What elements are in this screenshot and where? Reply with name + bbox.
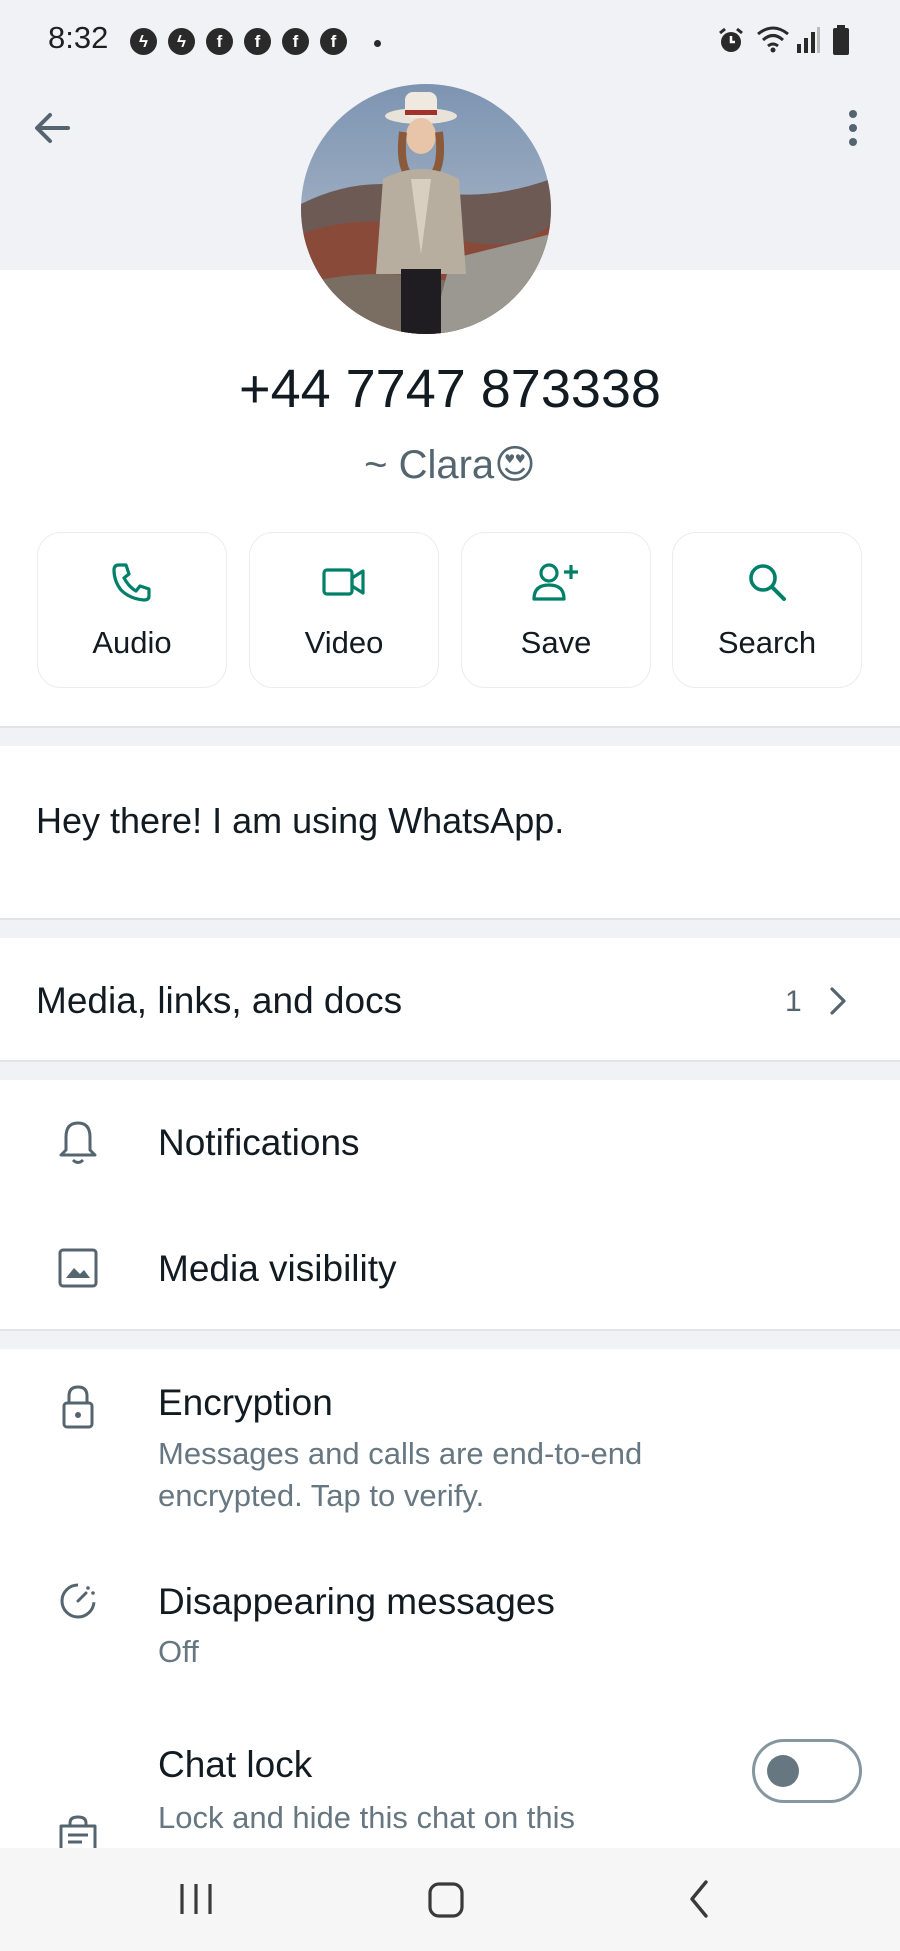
encryption-subtitle: Messages and calls are end-to-end encryp… (158, 1436, 643, 1513)
search-label: Search (717, 625, 817, 660)
section-gap (0, 728, 900, 746)
save-label: Save (520, 625, 592, 660)
facebook-icon: f (206, 28, 233, 55)
avatar[interactable] (301, 84, 551, 334)
media-count: 1 (785, 985, 802, 1018)
add-person-icon (532, 563, 578, 601)
video-camera-icon (322, 568, 365, 596)
arrow-left-icon[interactable] (30, 106, 74, 150)
media-links-docs-label: Media, links, and docs (36, 980, 403, 1021)
audio-call-button[interactable]: Audio (37, 532, 227, 688)
encryption-title: Encryption (158, 1382, 333, 1423)
wifi-icon (757, 26, 789, 53)
save-contact-button[interactable]: Save (461, 532, 651, 688)
notifications-row[interactable]: Notifications (0, 1080, 900, 1206)
contact-name: ~ Clara😍 (364, 443, 536, 487)
video-call-button[interactable]: Video (249, 532, 439, 688)
image-icon (58, 1248, 98, 1288)
chat-lock-toggle[interactable] (752, 1739, 862, 1803)
media-visibility-row[interactable]: Media visibility (0, 1206, 900, 1330)
contact-number: +44 7747 873338 (239, 359, 661, 419)
system-nav-bar (0, 1848, 900, 1951)
search-button[interactable]: Search (672, 532, 862, 688)
phone-icon (112, 563, 151, 602)
section-gap (0, 920, 900, 938)
bell-icon (59, 1121, 97, 1164)
signal-icon (797, 27, 820, 53)
back-nav-icon[interactable] (684, 1878, 714, 1920)
chevron-right-icon (830, 987, 846, 1015)
alarm-icon (719, 27, 743, 52)
video-label: Video (304, 625, 384, 660)
status-time: 8:32 (48, 20, 109, 55)
disappearing-messages-subtitle: Off (158, 1634, 199, 1669)
more-vertical-icon[interactable] (838, 106, 868, 150)
notifications-label: Notifications (158, 1122, 360, 1163)
media-visibility-label: Media visibility (158, 1248, 397, 1289)
section-gap (0, 1331, 900, 1349)
chat-lock-subtitle: Lock and hide this chat on this (158, 1800, 576, 1835)
home-icon[interactable] (426, 1880, 466, 1920)
battery-icon (833, 25, 849, 55)
encryption-row[interactable]: Encryption Messages and calls are end-to… (0, 1349, 900, 1529)
more-notifications-dot (374, 40, 381, 47)
messenger-icon: ϟ (168, 28, 195, 55)
disappearing-messages-row[interactable]: Disappearing messages Off (0, 1549, 900, 1679)
about-status[interactable]: Hey there! I am using WhatsApp. (36, 800, 564, 842)
facebook-icon: f (320, 28, 347, 55)
facebook-icon: f (282, 28, 309, 55)
section-gap (0, 1062, 900, 1080)
audio-label: Audio (92, 625, 172, 660)
facebook-icon: f (244, 28, 271, 55)
media-links-docs-row[interactable]: Media, links, and docs (0, 938, 900, 1060)
status-bar: 8:32 ϟ ϟ f f f f (0, 0, 900, 68)
recent-apps-icon[interactable] (176, 1880, 216, 1918)
timer-icon (60, 1583, 96, 1619)
toggle-knob (767, 1755, 799, 1787)
lock-icon (62, 1385, 94, 1429)
messenger-icon: ϟ (130, 28, 157, 55)
disappearing-messages-title: Disappearing messages (158, 1581, 555, 1622)
chat-lock-title: Chat lock (158, 1744, 313, 1785)
search-icon (749, 564, 786, 601)
